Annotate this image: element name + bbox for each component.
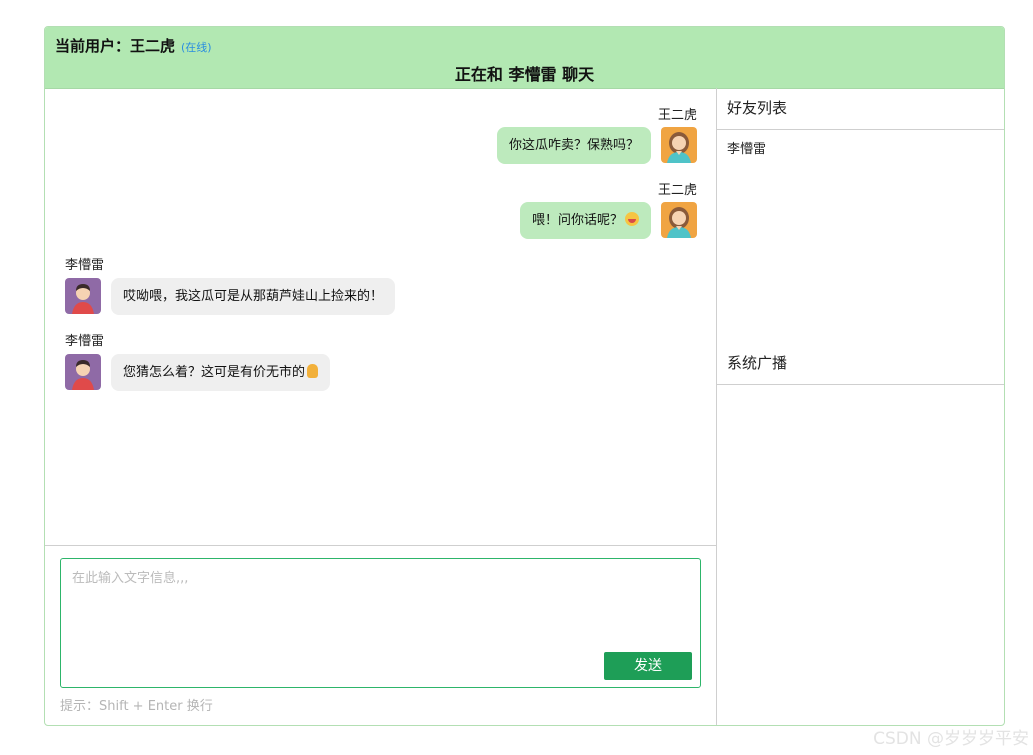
chat-title: 正在和 李懵雷 聊天 bbox=[454, 65, 595, 84]
message-bubble: 哎呦喂，我这瓜可是从那葫芦娃山上捡来的！ bbox=[111, 278, 396, 315]
message-sender: 王二虎 bbox=[657, 183, 697, 198]
message-sender: 李懵雷 bbox=[65, 334, 105, 349]
current-user-label: 当前用户：王二虎 bbox=[55, 37, 176, 55]
current-user: 当前用户：王二虎 (在线) bbox=[55, 35, 212, 56]
friend-list-item[interactable]: 李懵雷 bbox=[727, 138, 766, 157]
message-input[interactable] bbox=[61, 559, 700, 649]
message-item: 王二虎 你这瓜咋卖？保熟吗？ bbox=[45, 88, 717, 168]
female-user-icon bbox=[667, 207, 691, 238]
message-bubble: 你这瓜咋卖？保熟吗？ bbox=[496, 127, 651, 164]
watermark: CSDN @岁岁岁平安 bbox=[873, 729, 1029, 749]
online-status: (在线) bbox=[181, 41, 212, 54]
message-list[interactable]: 王二虎 你这瓜咋卖？保熟吗？ 王二虎 喂！问你话呢？ 李懵雷 哎呦喂，我这瓜可是… bbox=[45, 88, 717, 545]
thumbs-up-emoji-icon bbox=[307, 364, 319, 378]
send-button[interactable]: 发送 bbox=[604, 652, 692, 680]
message-item: 李懵雷 您猜怎么着？这可是有价无市的 bbox=[45, 319, 717, 395]
message-text: 您猜怎么着？这可是有价无市的 bbox=[123, 365, 306, 380]
message-text: 喂！问你话呢？ bbox=[531, 213, 623, 228]
message-text: 哎呦喂，我这瓜可是从那葫芦娃山上捡来的！ bbox=[123, 289, 384, 304]
male-user-icon bbox=[72, 284, 94, 314]
male-user-icon bbox=[72, 360, 94, 390]
laughing-emoji-icon bbox=[625, 212, 639, 226]
message-bubble: 喂！问你话呢？ bbox=[519, 202, 651, 239]
message-item: 王二虎 喂！问你话呢？ bbox=[45, 168, 717, 243]
chat-window: 当前用户：王二虎 (在线) 正在和 李懵雷 聊天 王二虎 你这瓜咋卖？保熟吗？ 王… bbox=[44, 26, 1005, 726]
avatar[interactable] bbox=[65, 354, 101, 390]
avatar[interactable] bbox=[65, 278, 101, 314]
avatar[interactable] bbox=[661, 127, 697, 163]
system-broadcast-title: 系统广播 bbox=[717, 343, 1004, 385]
avatar[interactable] bbox=[661, 202, 697, 238]
message-bubble: 您猜怎么着？这可是有价无市的 bbox=[111, 354, 331, 391]
friends-list-title: 好友列表 bbox=[717, 88, 1004, 130]
input-hint: 提示：Shift + Enter 换行 bbox=[60, 699, 213, 714]
message-text: 你这瓜咋卖？保熟吗？ bbox=[508, 138, 639, 153]
composer: 发送 提示：Shift + Enter 换行 bbox=[45, 545, 717, 725]
chat-header: 当前用户：王二虎 (在线) 正在和 李懵雷 聊天 bbox=[45, 27, 1004, 89]
right-panel: 好友列表 李懵雷 系统广播 bbox=[717, 88, 1004, 725]
message-sender: 王二虎 bbox=[657, 108, 697, 123]
message-input-box: 发送 bbox=[60, 558, 701, 688]
female-user-icon bbox=[667, 132, 691, 163]
message-sender: 李懵雷 bbox=[65, 258, 105, 273]
message-item: 李懵雷 哎呦喂，我这瓜可是从那葫芦娃山上捡来的！ bbox=[45, 243, 717, 319]
